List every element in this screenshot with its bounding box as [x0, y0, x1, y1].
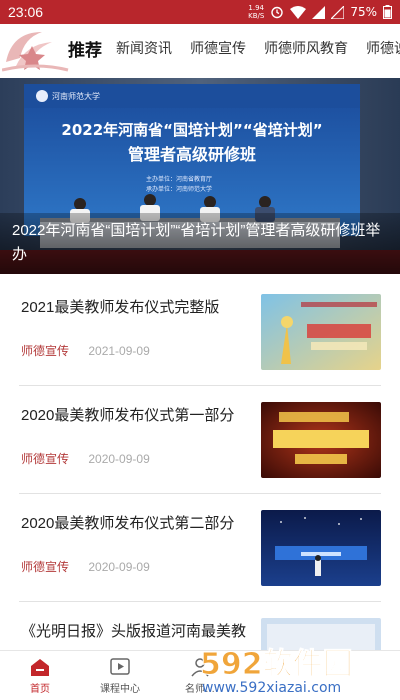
- news-meta: 师德宣传 2020-09-09: [21, 558, 150, 575]
- wifi-icon: [290, 5, 307, 19]
- news-item[interactable]: 2020最美教师发布仪式第一部分 师德宣传 2020-09-09: [19, 386, 381, 494]
- news-category: 师德宣传: [21, 560, 70, 574]
- signal-icon: [312, 5, 326, 19]
- tab-recommend[interactable]: 推荐: [68, 36, 102, 61]
- nav-course-center[interactable]: 课程中心: [80, 651, 160, 700]
- news-title: 2020最美教师发布仪式第一部分: [21, 407, 235, 424]
- nav-home[interactable]: 首页: [0, 651, 80, 700]
- news-title: 《光明日报》头版报道河南最美教: [21, 623, 247, 640]
- watermark-logo: 592软件园 www.592xiazai.com: [200, 647, 354, 697]
- tab-ethics-talk[interactable]: 师德说: [366, 38, 400, 58]
- news-item[interactable]: 2020最美教师发布仪式第二部分 师德宣传 2020-09-09: [19, 494, 381, 602]
- news-title: 2020最美教师发布仪式第二部分: [21, 515, 235, 532]
- play-icon: [110, 658, 130, 675]
- battery-percent: 75%: [350, 5, 377, 19]
- watermark-brand: 592软件园: [200, 647, 353, 682]
- status-bar: 23:06 1.94 KB/S 75%: [0, 0, 400, 24]
- banner-screen-organizer: 主办单位：河南省教育厅: [146, 175, 212, 183]
- nav-course-center-label: 课程中心: [100, 684, 140, 695]
- watermark-url: www.592xiazai.com: [202, 680, 341, 696]
- network-speed-value: 1.94: [248, 4, 265, 12]
- news-title: 2021最美教师发布仪式完整版: [21, 299, 220, 316]
- nav-home-label: 首页: [30, 684, 50, 695]
- tab-ethics-education[interactable]: 师德师风教育: [264, 38, 348, 58]
- featured-banner[interactable]: 河南师范大学 2022年河南省“国培计划”“省培计划” 管理者高级研修班 主办单…: [0, 78, 400, 274]
- status-icons: 1.94 KB/S 75%: [248, 4, 392, 20]
- banner-caption: 2022年河南省“国培计划”“省培计划”管理者高级研修班举办: [0, 213, 400, 274]
- news-meta: 师德宣传 2021-09-09: [21, 342, 150, 359]
- battery-icon: [383, 5, 392, 19]
- status-time: 23:06: [8, 4, 44, 20]
- news-meta: 师德宣传 2020-09-09: [21, 450, 150, 467]
- app-logo-icon: [2, 32, 69, 72]
- tab-news[interactable]: 新闻资讯: [116, 38, 172, 58]
- network-speed-unit: KB/S: [248, 12, 265, 20]
- signal-weak-icon: [331, 5, 345, 19]
- banner-screen-host: 承办单位：河南师范大学: [146, 185, 212, 193]
- news-thumbnail-2021: [261, 294, 381, 370]
- top-tab-bar: 推荐 新闻资讯 师德宣传 师德师风教育 师德说: [0, 24, 400, 72]
- home-icon: [31, 659, 49, 676]
- news-date: 2021-09-09: [88, 344, 150, 358]
- news-thumbnail-2020-part1: [261, 402, 381, 478]
- tab-list: 推荐 新闻资讯 师德宣传 师德师风教育 师德说: [68, 24, 400, 72]
- news-thumbnail-2020-part2: [261, 510, 381, 586]
- news-date: 2020-09-09: [88, 560, 150, 574]
- news-list: 2021最美教师发布仪式完整版 师德宣传 2021-09-09 2020最美教师…: [0, 278, 400, 700]
- news-category: 师德宣传: [21, 344, 70, 358]
- network-speed: 1.94 KB/S: [248, 4, 264, 20]
- news-date: 2020-09-09: [88, 452, 150, 466]
- banner-screen-title-2: 管理者高级研修班: [128, 145, 256, 164]
- tab-ethics-promotion[interactable]: 师德宣传: [190, 38, 246, 58]
- banner-screen-title-1: 2022年河南省“国培计划”“省培计划”: [61, 121, 322, 139]
- banner-screen-logo-text: 河南师范大学: [52, 91, 100, 101]
- news-category: 师德宣传: [21, 452, 70, 466]
- news-item[interactable]: 2021最美教师发布仪式完整版 师德宣传 2021-09-09: [19, 278, 381, 386]
- alarm-icon: [270, 5, 284, 19]
